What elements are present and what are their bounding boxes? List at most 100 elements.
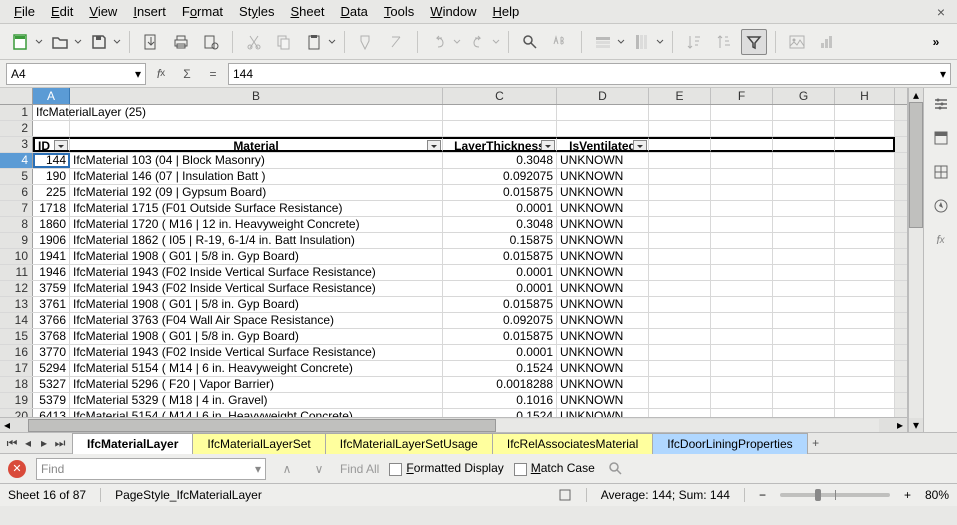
- row-header-19[interactable]: 19: [0, 393, 33, 408]
- styles-icon[interactable]: [929, 126, 953, 150]
- cell[interactable]: [557, 121, 649, 136]
- header-cell[interactable]: Material: [70, 137, 443, 152]
- cell[interactable]: 3768: [33, 329, 70, 344]
- print-preview-icon[interactable]: [198, 29, 224, 55]
- column-header-A[interactable]: A: [33, 88, 70, 104]
- row-header-4[interactable]: 4: [0, 153, 33, 168]
- cell[interactable]: UNKNOWN: [557, 393, 649, 408]
- chevron-down-icon[interactable]: ▾: [135, 67, 141, 81]
- sheet-tab[interactable]: IfcMaterialLayer: [72, 433, 193, 454]
- row-header-1[interactable]: 1: [0, 105, 33, 120]
- menu-data[interactable]: Data: [332, 1, 375, 22]
- filter-dropdown-icon[interactable]: [427, 140, 441, 152]
- cell[interactable]: [649, 345, 711, 360]
- find-replace-icon[interactable]: [517, 29, 543, 55]
- cell[interactable]: [649, 249, 711, 264]
- cell[interactable]: IfcMaterial 1908 ( G01 | 5/8 in. Gyp Boa…: [70, 297, 443, 312]
- zoom-slider[interactable]: [780, 493, 890, 497]
- cell[interactable]: IfcMaterial 1908 ( G01 | 5/8 in. Gyp Boa…: [70, 329, 443, 344]
- horizontal-scrollbar[interactable]: ◂ ▸: [0, 417, 907, 432]
- cell[interactable]: [835, 313, 895, 328]
- cell[interactable]: UNKNOWN: [557, 217, 649, 232]
- cell[interactable]: [711, 393, 773, 408]
- redo-dropdown[interactable]: [492, 38, 500, 46]
- cell[interactable]: [835, 281, 895, 296]
- cell[interactable]: IfcMaterial 1862 ( I05 | R-19, 6-1/4 in.…: [70, 233, 443, 248]
- cell[interactable]: [835, 329, 895, 344]
- cell[interactable]: IfcMaterial 1943 (F02 Inside Vertical Su…: [70, 265, 443, 280]
- cell[interactable]: [649, 361, 711, 376]
- cell[interactable]: [649, 105, 711, 120]
- cell[interactable]: [773, 409, 835, 417]
- menu-format[interactable]: Format: [174, 1, 231, 22]
- cell[interactable]: [443, 121, 557, 136]
- cell[interactable]: IfcMaterial 5296 ( F20 | Vapor Barrier): [70, 377, 443, 392]
- cell[interactable]: UNKNOWN: [557, 377, 649, 392]
- sheet-tab[interactable]: IfcRelAssociatesMaterial: [492, 433, 653, 454]
- tab-prev-icon[interactable]: ◂: [20, 434, 36, 452]
- cell[interactable]: [711, 265, 773, 280]
- cell[interactable]: [711, 313, 773, 328]
- cell[interactable]: [835, 185, 895, 200]
- row-header-8[interactable]: 8: [0, 217, 33, 232]
- cell[interactable]: [835, 377, 895, 392]
- cell[interactable]: IfcMaterial 1943 (F02 Inside Vertical Su…: [70, 345, 443, 360]
- cell[interactable]: UNKNOWN: [557, 201, 649, 216]
- sheet-tab[interactable]: IfcDoorLiningProperties: [652, 433, 807, 454]
- cell[interactable]: [649, 409, 711, 417]
- cell[interactable]: [773, 297, 835, 312]
- find-options-icon[interactable]: [605, 458, 627, 480]
- menu-edit[interactable]: Edit: [43, 1, 81, 22]
- row-dropdown[interactable]: [617, 38, 625, 46]
- cell[interactable]: [649, 185, 711, 200]
- cell[interactable]: IfcMaterial 146 (07 | Insulation Batt ): [70, 169, 443, 184]
- zoom-in-icon[interactable]: +: [904, 488, 911, 502]
- cell[interactable]: 144: [33, 153, 70, 168]
- cell[interactable]: 1941: [33, 249, 70, 264]
- cell[interactable]: [649, 233, 711, 248]
- cell[interactable]: IfcMaterial 1908 ( G01 | 5/8 in. Gyp Boa…: [70, 249, 443, 264]
- cell[interactable]: 1906: [33, 233, 70, 248]
- cell[interactable]: [835, 153, 895, 168]
- cell[interactable]: 0.092075: [443, 169, 557, 184]
- menu-window[interactable]: Window: [422, 1, 484, 22]
- undo-icon[interactable]: [426, 29, 452, 55]
- cell[interactable]: 1718: [33, 201, 70, 216]
- vscroll-thumb[interactable]: [909, 102, 923, 228]
- cell[interactable]: UNKNOWN: [557, 169, 649, 184]
- cell[interactable]: [773, 233, 835, 248]
- functions-icon[interactable]: fx: [929, 228, 953, 252]
- cell[interactable]: 0.0001: [443, 281, 557, 296]
- row-header-7[interactable]: 7: [0, 201, 33, 216]
- row-header-6[interactable]: 6: [0, 185, 33, 200]
- filter-dropdown-icon[interactable]: [541, 140, 555, 152]
- cell[interactable]: IfcMaterial 1715 (F01 Outside Surface Re…: [70, 201, 443, 216]
- column-header-G[interactable]: G: [773, 88, 835, 104]
- cell[interactable]: 0.015875: [443, 185, 557, 200]
- cell[interactable]: [773, 313, 835, 328]
- cell[interactable]: [649, 393, 711, 408]
- cell[interactable]: [773, 105, 835, 120]
- cell[interactable]: 0.1524: [443, 409, 557, 417]
- column-header-F[interactable]: F: [711, 88, 773, 104]
- cell[interactable]: 3766: [33, 313, 70, 328]
- cell[interactable]: UNKNOWN: [557, 409, 649, 417]
- column-icon[interactable]: [629, 29, 655, 55]
- cell[interactable]: [649, 153, 711, 168]
- menu-file[interactable]: File: [6, 1, 43, 22]
- cell[interactable]: 0.092075: [443, 313, 557, 328]
- cell[interactable]: [773, 185, 835, 200]
- cell[interactable]: [443, 105, 557, 120]
- cell[interactable]: 5379: [33, 393, 70, 408]
- cut-icon[interactable]: [241, 29, 267, 55]
- cell-reference-input[interactable]: A4 ▾: [6, 63, 146, 85]
- cell[interactable]: [773, 377, 835, 392]
- cell[interactable]: [773, 361, 835, 376]
- cell[interactable]: [649, 201, 711, 216]
- chart-icon[interactable]: [814, 29, 840, 55]
- cell[interactable]: [773, 121, 835, 136]
- find-input[interactable]: Find ▾: [36, 458, 266, 480]
- export-pdf-icon[interactable]: [138, 29, 164, 55]
- menu-styles[interactable]: Styles: [231, 1, 282, 22]
- cell[interactable]: UNKNOWN: [557, 153, 649, 168]
